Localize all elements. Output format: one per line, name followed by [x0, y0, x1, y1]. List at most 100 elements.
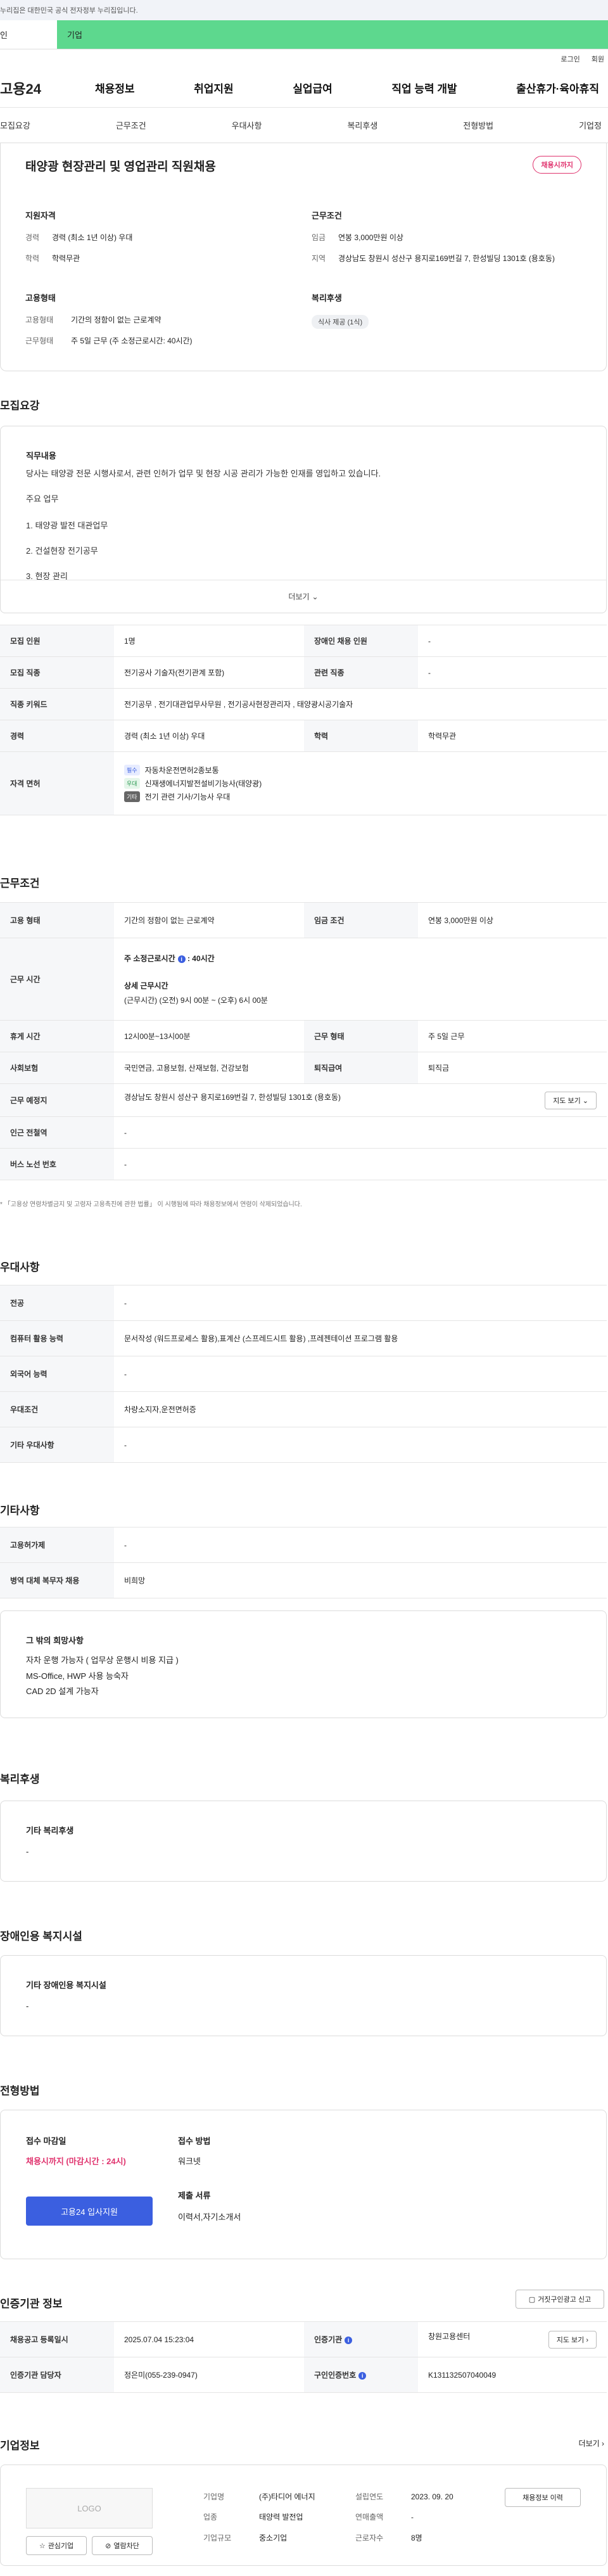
cell-value: 차량소지자,운전면허증 — [114, 1391, 607, 1427]
tab-business[interactable]: 기업 — [57, 20, 608, 49]
cell-key: 직종 키워드 — [0, 688, 114, 720]
task-item: 1. 태양광 발전 대관업무 — [26, 521, 108, 530]
cell-value: K131132507040049 — [418, 2357, 607, 2393]
cell-key: 퇴직급여 — [304, 1052, 418, 1084]
more-button[interactable]: 더보기 ⌄ — [1, 580, 606, 613]
tab-company[interactable]: 기업정 — [579, 119, 602, 131]
hours-cell: 주 소정근로시간 i : 40시간 상세 근무시간 (근무시간) (오전) 9시 … — [114, 938, 607, 1021]
license-text: 신재생에너지발전설비기능사(태양광) — [144, 779, 262, 788]
map-button-label: 지도 보기 — [556, 2336, 585, 2344]
map-button[interactable]: 지도 보기 › — [548, 2330, 597, 2349]
license-tag: 필수 — [124, 765, 140, 775]
cell-key: 버스 노선 번호 — [0, 1148, 114, 1180]
map-button[interactable]: 지도 보기 ⌄ — [545, 1091, 597, 1109]
company-value: - — [411, 2513, 414, 2522]
benefit-box: 기타 복리후생 - — [0, 1801, 607, 1882]
pref-table: 전공 - 컴퓨터 활용 능력 문서작성 (워드프로세스 활용),표계산 (스프레드시… — [0, 1285, 607, 1463]
report-icon: ▢ — [528, 2295, 536, 2304]
history-button[interactable]: 채용정보 이력 — [505, 2488, 581, 2507]
cell-key: 근무 형태 — [304, 1020, 418, 1052]
cert-org-value: 창원고용센터 — [428, 2331, 471, 2341]
gnb-item-jobs[interactable]: 채용정보 — [95, 80, 135, 96]
site-logo[interactable]: 고용24 — [0, 78, 95, 98]
chevron-right-icon: › — [586, 2336, 588, 2344]
docs-value: 이력서,자기소개서 — [178, 2212, 241, 2222]
cell-value: 퇴직금 — [418, 1052, 607, 1084]
cell-value: 2025.07.04 15:23:04 — [114, 2321, 304, 2357]
disab-sub: 기타 장애인용 복지시설 — [26, 1980, 106, 1990]
company-logo: LOGO — [26, 2488, 153, 2528]
select-box: 접수 마감일 채용시까지 (마감시간 : 24시) 고용24 입사지원 접수 방… — [0, 2110, 607, 2259]
tab-benefit[interactable]: 복리후생 — [347, 119, 377, 131]
cell-value: 비희망 — [114, 1562, 607, 1598]
company-more-link[interactable]: 더보기 › — [579, 2438, 604, 2449]
tab-pref[interactable]: 우대사항 — [232, 119, 262, 131]
audience-bar: 인 기업 — [0, 20, 608, 49]
select-heading: 전형방법 — [0, 2085, 40, 2097]
summary-value: 연봉 3,000만원 이상 — [338, 233, 403, 242]
cell-key: 외국어 능력 — [0, 1356, 114, 1392]
cell-key: 근무 예정지 — [0, 1083, 114, 1117]
cell-key: 고용허가제 — [0, 1527, 114, 1563]
more-label: 더보기 — [288, 592, 310, 601]
chevron-right-icon: › — [602, 2439, 604, 2448]
signup-link[interactable]: 회원 — [592, 54, 604, 64]
wish-lines: 자차 운행 가능자 ( 업무상 운행시 비용 지급 ) MS-Office, H… — [26, 1653, 179, 1700]
deadline-title: 접수 마감일 — [26, 2136, 66, 2146]
gnb-item-unemployment[interactable]: 실업급여 — [293, 80, 332, 96]
table-row: 고용허가제 - — [0, 1527, 607, 1563]
hours-detail-title: 상세 근무시간 — [124, 981, 168, 990]
company-values-col1: (주)타디어 에너지 태양력 발전업 중소기업 — [259, 2487, 315, 2548]
cell-key: 기타 우대사항 — [0, 1427, 114, 1463]
info-icon[interactable]: i — [358, 2371, 367, 2380]
cell-value: 기간의 정함이 없는 근로계약 — [114, 902, 304, 938]
benefit-heading: 복리후생 — [0, 1773, 40, 1785]
summary-key: 지역 — [312, 254, 326, 264]
wish-line: MS-Office, HWP 사용 능숙자 — [26, 1671, 129, 1681]
report-label: 거짓구인광고 신고 — [538, 2296, 592, 2304]
cell-key: 휴게 시간 — [0, 1020, 114, 1052]
favorite-button[interactable]: ☆ 관심기업 — [26, 2536, 87, 2555]
gnb-item-leave[interactable]: 출산휴가·육아휴직 — [516, 80, 599, 96]
cert-heading: 인증기관 정보 — [0, 2298, 63, 2310]
tab-select[interactable]: 전형방법 — [463, 119, 493, 131]
report-button[interactable]: ▢ 거짓구인광고 신고 — [516, 2290, 604, 2309]
summary-cond-heading: 근무조건 — [312, 211, 342, 220]
company-values-col2: 2023. 09. 20 - 8명 — [411, 2487, 453, 2548]
tab-person[interactable]: 인 — [0, 20, 57, 49]
info-icon[interactable]: i — [177, 955, 186, 963]
gnb-item-training[interactable]: 직업 능력 개발 — [391, 80, 457, 96]
company-key: 기업명 — [203, 2492, 225, 2501]
cell-key: 인근 전철역 — [0, 1116, 114, 1149]
block-button[interactable]: ⊘ 열람차단 — [92, 2536, 153, 2555]
license-tag: 기타 — [124, 791, 140, 802]
company-key: 기업규모 — [203, 2533, 232, 2542]
info-icon[interactable]: i — [345, 2336, 353, 2344]
tab-recruit[interactable]: 모집요강 — [0, 119, 30, 131]
table-row: 고용 형태 기간의 정함이 없는 근로계약 임금 조건 연봉 3,000만원 이상 — [0, 902, 607, 938]
gnb-item-employment-support[interactable]: 취업지원 — [194, 80, 234, 96]
summary-emp-heading: 고용형태 — [25, 293, 56, 303]
deadline-badge: 채용시까지 — [533, 156, 581, 174]
company-keys-col1: 기업명 업종 기업규모 — [203, 2487, 231, 2548]
welfare-chip: 식사 제공 (1식) — [312, 315, 369, 329]
cell-value: - — [114, 1527, 607, 1563]
table-row: 근무 예정지 경상남도 창원시 성산구 용지로169번길 7, 한성빌딩 130… — [0, 1083, 607, 1117]
cell-key: 인증기관 담당자 — [0, 2357, 114, 2393]
disab-box: 기타 장애인용 복지시설 - — [0, 1955, 607, 2036]
apply-button[interactable]: 고용24 입사지원 — [26, 2197, 153, 2226]
summary-value: 경력 (최소 1년 이상) 우대 — [52, 233, 133, 242]
work-heading: 근무조건 — [0, 877, 40, 889]
disab-heading: 장애인용 복지시설 — [0, 1930, 82, 1942]
table-row: 사회보험 국민연금, 고용보험, 산재보험, 건강보험 퇴직급여 퇴직금 — [0, 1052, 607, 1084]
summary-qualification: 지원자격 경력 경력 (최소 1년 이상) 우대 학력 학력무관 — [25, 209, 291, 275]
cell-value: 1명 — [114, 625, 304, 657]
cell-key: 모집 인원 — [0, 625, 114, 657]
tab-work[interactable]: 근무조건 — [116, 119, 146, 131]
company-value: (주)타디어 에너지 — [259, 2492, 315, 2501]
favorite-label: 관심기업 — [48, 2542, 74, 2550]
table-row: 자격 면허 필수 자동차운전면허2종보통 우대 신재생에너지발전설비기능사(태양광)… — [0, 751, 607, 815]
deadline-value: 채용시까지 (마감시간 : 24시) — [26, 2157, 126, 2166]
place-value: 경상남도 창원시 성산구 용지로169번길 7, 한성빌딩 1301호 (용호동… — [124, 1092, 341, 1102]
login-link[interactable]: 로그인 — [560, 54, 580, 64]
